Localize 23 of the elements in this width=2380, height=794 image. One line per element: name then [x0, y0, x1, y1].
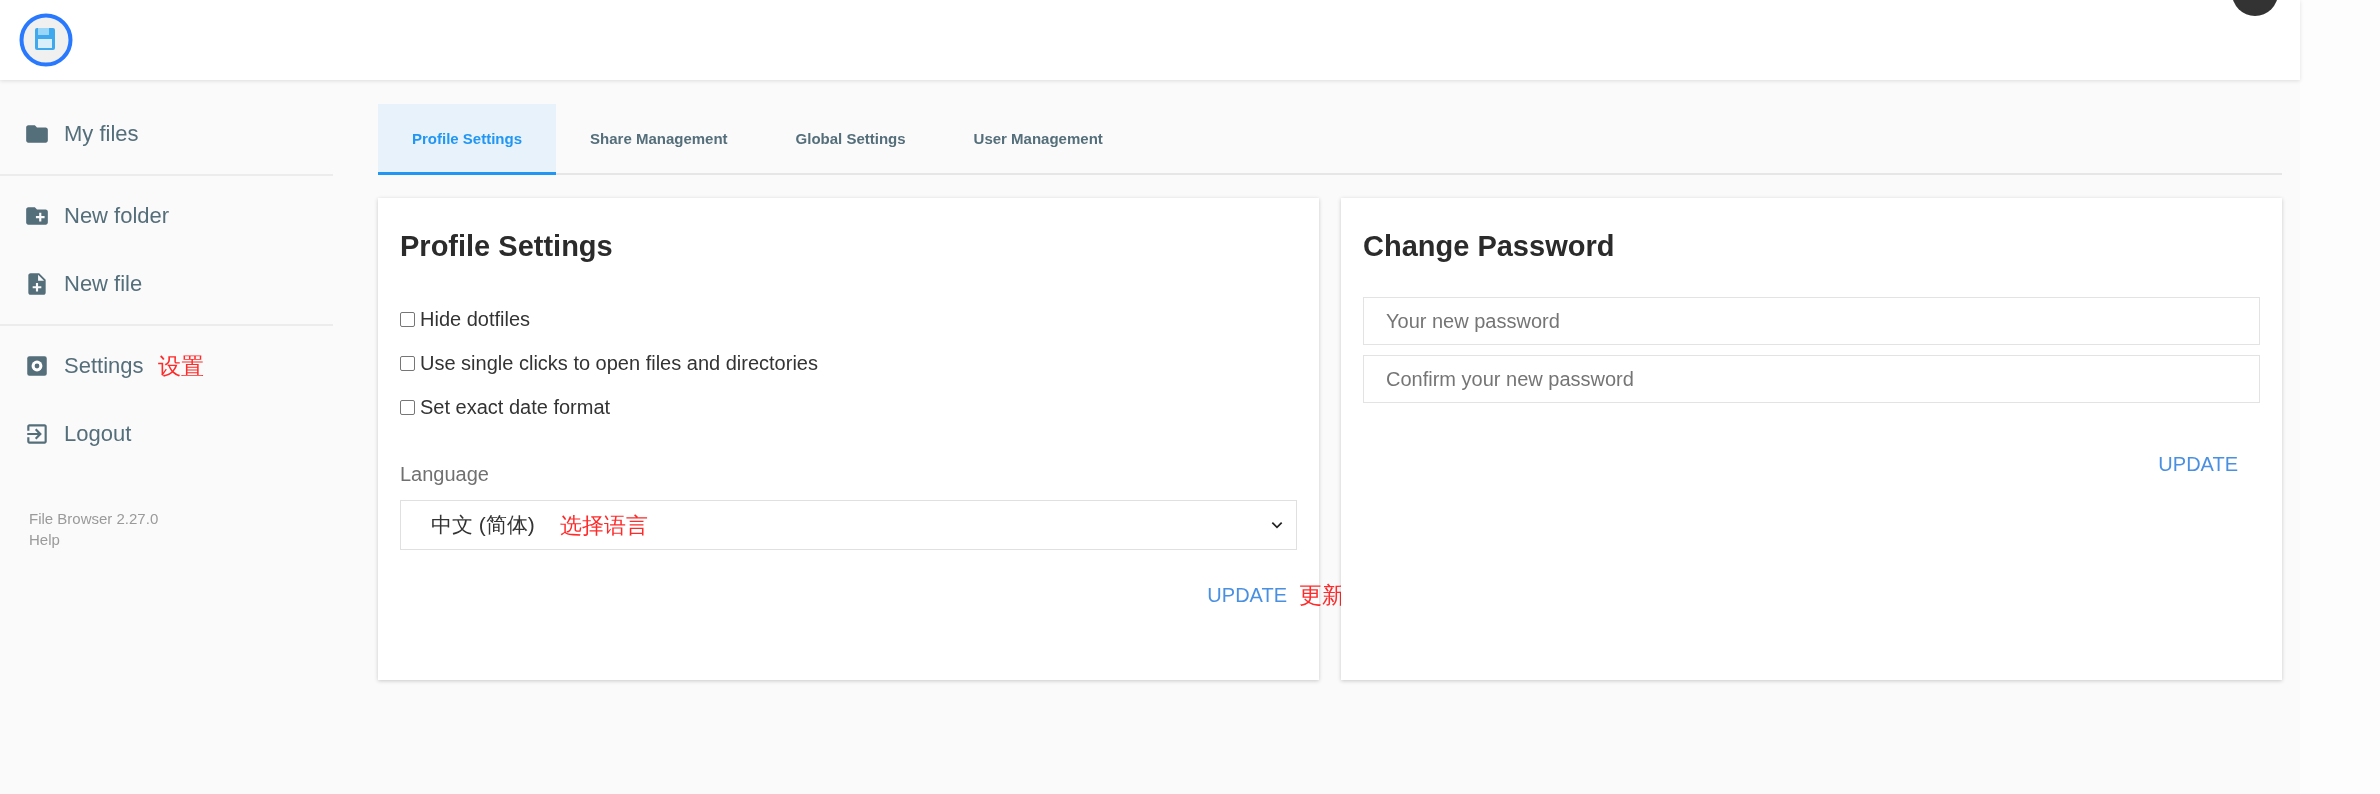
card-title: Change Password: [1363, 230, 1616, 263]
card-title: Profile Settings: [400, 230, 614, 263]
sidebar-link[interactable]: My files: [64, 121, 139, 147]
update-button[interactable]: UPDATE: [2158, 447, 2238, 482]
annotation-text: 选择语言: [560, 512, 648, 540]
tab[interactable]: Share Management: [556, 104, 762, 175]
password-field[interactable]: Your new password: [1363, 297, 2260, 345]
footer-text[interactable]: Help: [29, 531, 335, 548]
tab[interactable]: Global Settings: [761, 104, 940, 175]
sidebar-link[interactable]: Logout: [64, 421, 132, 447]
field-label: Language: [400, 463, 489, 486]
sidebar-link[interactable]: New file: [64, 271, 143, 297]
password-field[interactable]: Confirm your new password: [1363, 355, 2260, 403]
option-label: Set exact date format: [420, 395, 611, 419]
footer-text: File Browser 2.27.0: [29, 510, 160, 527]
tab[interactable]: Profile Settings: [378, 104, 557, 175]
sidebar-link[interactable]: Settings: [64, 353, 144, 379]
sidebar-link[interactable]: New folder: [64, 203, 170, 229]
option-label: Hide dotfiles: [420, 307, 531, 331]
update-button[interactable]: UPDATE: [1207, 578, 1287, 613]
option-label: Use single clicks to open files and directories: [420, 351, 818, 375]
annotation-text: 设置: [157, 351, 204, 381]
tab[interactable]: User Management: [939, 104, 1137, 175]
